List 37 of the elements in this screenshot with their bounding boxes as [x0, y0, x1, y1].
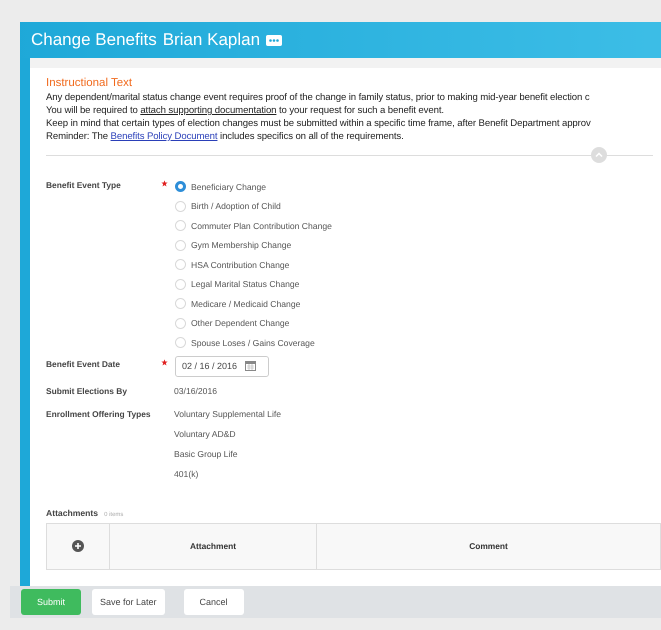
radio-label: Other Dependent Change — [191, 318, 290, 328]
radio-label: Spouse Loses / Gains Coverage — [191, 338, 315, 348]
field-label: Benefit Event Type — [46, 179, 122, 190]
field-label: Submit Elections By — [46, 384, 128, 396]
field-value: 401(k) — [174, 468, 200, 481]
radio-button[interactable] — [175, 181, 186, 192]
field-value: Basic Group Life — [174, 448, 239, 461]
column-header: Attachment — [110, 524, 317, 568]
radio-label: HSA Contribution Change — [191, 260, 290, 270]
collapse-icon[interactable] — [591, 147, 607, 163]
section-title: Attachments — [46, 508, 98, 518]
instruction-text: Any dependent/marital status change event requires proof of the change in family status, prior to making mid-year benefit election c — [46, 91, 591, 104]
instruction-text: Reminder: The Benefits Policy Document includes specifics on all of the requirements. — [46, 130, 405, 143]
radio-label: Beneficiary Change — [191, 182, 266, 192]
field-value: Voluntary AD&D — [174, 428, 237, 441]
instruction-text: Keep in mind that certain types of election changes must be submitted within a specific time frame, after Benefit Department approv — [46, 117, 592, 130]
action-button[interactable]: Save for Later — [92, 589, 165, 615]
calendar-icon[interactable] — [245, 361, 256, 371]
field-label: Benefit Event Date — [46, 358, 121, 368]
field-value: 03/16/2016 — [174, 384, 218, 398]
radio-label: Legal Marital Status Change — [191, 279, 300, 290]
radio-label: Gym Membership Change — [191, 240, 292, 250]
page-title: Change Benefits — [31, 30, 157, 50]
radio-label: Medicare / Medicaid Change — [191, 298, 300, 309]
person-name: Brian Kaplan — [162, 30, 260, 50]
radio-label: Birth / Adoption of Child — [191, 201, 281, 212]
instruction-text: You will be required to attach supporting documentation to your request for such a benefit event. — [46, 104, 445, 117]
action-button[interactable]: Cancel — [184, 589, 244, 615]
field-label: Enrollment Offering Types — [46, 408, 152, 418]
field-value: Voluntary Supplemental Life — [174, 408, 282, 421]
add-icon[interactable] — [72, 540, 84, 552]
column-header: Comment — [317, 524, 661, 568]
radio-label: Commuter Plan Contribution Change — [191, 220, 332, 231]
more-icon[interactable] — [266, 34, 282, 46]
instructions-heading: Instructional Text — [46, 77, 134, 89]
date-field[interactable]: 02 / 16 / 2016 — [175, 356, 269, 376]
policy-link[interactable]: Benefits Policy Document — [110, 131, 218, 142]
